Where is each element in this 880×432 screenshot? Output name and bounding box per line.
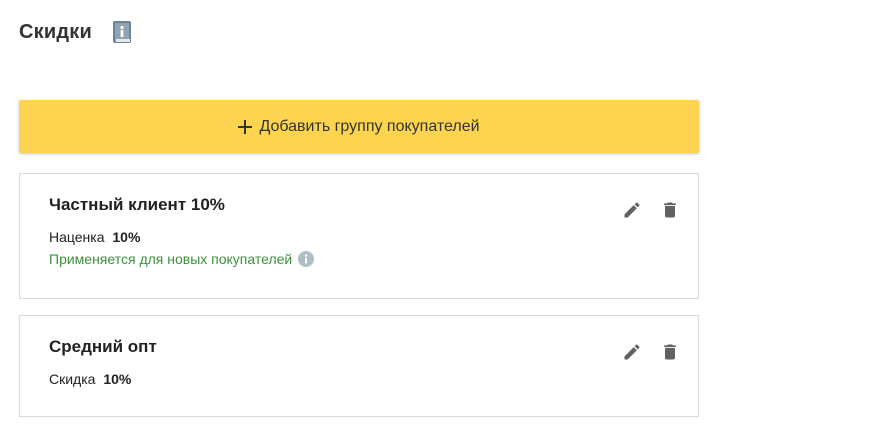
pencil-icon [624,202,640,218]
book-info-icon[interactable] [112,20,132,44]
page-title: Скидки [19,20,92,43]
parameter-value: 10% [103,371,132,387]
delete-button[interactable] [658,198,682,222]
default-group-note-text: Применяется для новых покупателей [49,251,293,267]
page-header: Скидки [19,18,132,46]
customer-group-parameter: Скидка 10% [49,371,131,387]
customer-group-title: Частный клиент 10% [49,195,225,214]
edit-button[interactable] [620,198,644,222]
trash-icon [664,202,676,218]
parameter-label: Наценка [49,229,105,245]
card-actions [620,340,682,364]
add-customer-group-button[interactable]: Добавить группу покупателей [19,100,699,153]
plus-icon [238,119,253,134]
customer-group-card: Частный клиент 10% Наценка 10% Применяет… [19,173,699,299]
edit-button[interactable] [620,340,644,364]
info-icon[interactable] [298,251,315,267]
parameter-label: Скидка [49,371,96,387]
default-group-note: Применяется для новых покупателей [49,251,315,267]
customer-group-parameter: Наценка 10% [49,229,140,245]
add-customer-group-label: Добавить группу покупателей [259,117,480,135]
discounts-page: Скидки Добавить группу покупателей Частн… [0,0,880,432]
card-actions [620,198,682,222]
trash-icon [664,344,676,360]
delete-button[interactable] [658,340,682,364]
customer-group-card: Средний опт Скидка 10% [19,315,699,417]
parameter-value: 10% [112,229,141,245]
customer-group-title: Средний опт [49,337,157,356]
pencil-icon [624,344,640,360]
